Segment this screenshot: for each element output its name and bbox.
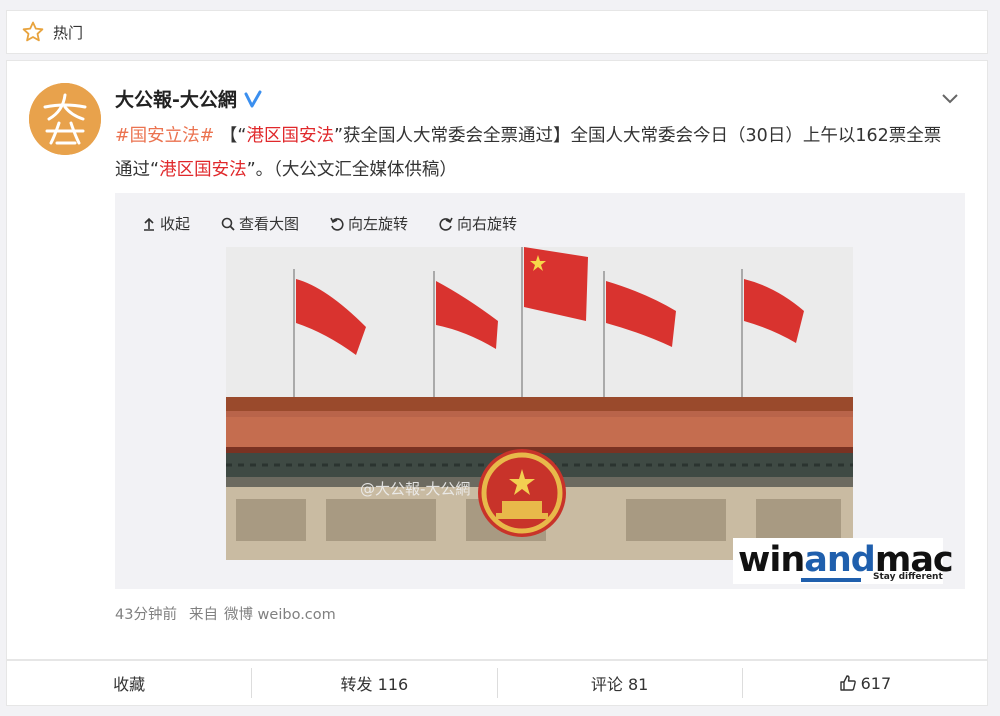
comment-label: 评论 81 [590, 675, 649, 694]
hot-header: 热门 [6, 10, 988, 54]
hot-label: 热门 [53, 23, 84, 42]
search-icon [221, 217, 235, 231]
photo-watermark: @大公報-大公網 [360, 480, 471, 498]
rotate-right-icon [439, 217, 453, 231]
rotate-left-button[interactable]: 向左旋转 [329, 213, 408, 234]
collapse-button[interactable]: 收起 [141, 213, 190, 234]
collapse-icon [144, 217, 154, 231]
post-source[interactable]: 微博 weibo.com [224, 607, 336, 623]
rotate-right-label: 向右旋转 [457, 215, 518, 233]
star-icon [22, 21, 44, 42]
rotate-left-label: 向左旋转 [348, 215, 409, 233]
brand-underline [801, 578, 861, 582]
chevron-down-icon[interactable] [941, 89, 959, 107]
avatar[interactable] [29, 83, 101, 155]
source-prefix: 来自 [188, 607, 218, 623]
keyword-link-2[interactable]: 港区国安法 [159, 160, 247, 180]
thumbs-up-icon [839, 675, 856, 691]
author-name-row: 大公報-大公網 [115, 85, 263, 112]
author-name[interactable]: 大公報-大公網 [115, 85, 237, 112]
media-panel: 收起 查看大图 向左旋转 向右旋转 @大公報-大公網 winandmac Sta… [115, 193, 965, 589]
verified-icon [244, 90, 262, 107]
brand-name-a: win [738, 540, 805, 580]
action-bar: 收藏 转发 116 评论 81 617 [6, 660, 988, 706]
weibo-post-card: 大公報-大公網 #国安立法# 【“港区国安法”获全国人大常委会全票通过】全国人大… [6, 60, 988, 660]
brand-tagline: Stay different [873, 572, 943, 582]
favorite-button[interactable]: 收藏 [7, 668, 253, 698]
view-large-button[interactable]: 查看大图 [220, 213, 299, 234]
avatar-logo [29, 83, 101, 155]
media-toolbar: 收起 查看大图 向左旋转 向右旋转 [141, 213, 517, 234]
photo-flags-building [226, 247, 853, 560]
keyword-link[interactable]: 港区国安法 [246, 126, 334, 146]
repost-label: 转发 116 [340, 675, 409, 694]
post-meta: 43分钟前 来自 微博 weibo.com [115, 603, 348, 624]
like-count: 617 [860, 673, 892, 693]
brand-name-b: and [804, 540, 876, 580]
collapse-label: 收起 [160, 215, 191, 233]
post-photo[interactable] [226, 247, 853, 560]
comment-button[interactable]: 评论 81 [498, 668, 743, 698]
rotate-right-button[interactable]: 向右旋转 [438, 213, 517, 234]
repost-button[interactable]: 转发 116 [252, 668, 498, 698]
hashtag-link[interactable]: #国安立法# [115, 126, 214, 146]
winandmac-logo: winandmac Stay different [733, 538, 954, 584]
post-time[interactable]: 43分钟前 [115, 607, 177, 623]
rotate-left-icon [330, 217, 344, 231]
text-bracket: 【“ [219, 126, 247, 146]
text-body-b: ”。（大公文汇全媒体供稿） [246, 160, 457, 180]
view-large-label: 查看大图 [239, 215, 300, 233]
like-button[interactable]: 617 [743, 668, 987, 698]
favorite-label: 收藏 [113, 675, 146, 694]
post-text: #国安立法# 【“港区国安法”获全国人大常委会全票通过】全国人大常委会今日（30… [115, 119, 955, 187]
